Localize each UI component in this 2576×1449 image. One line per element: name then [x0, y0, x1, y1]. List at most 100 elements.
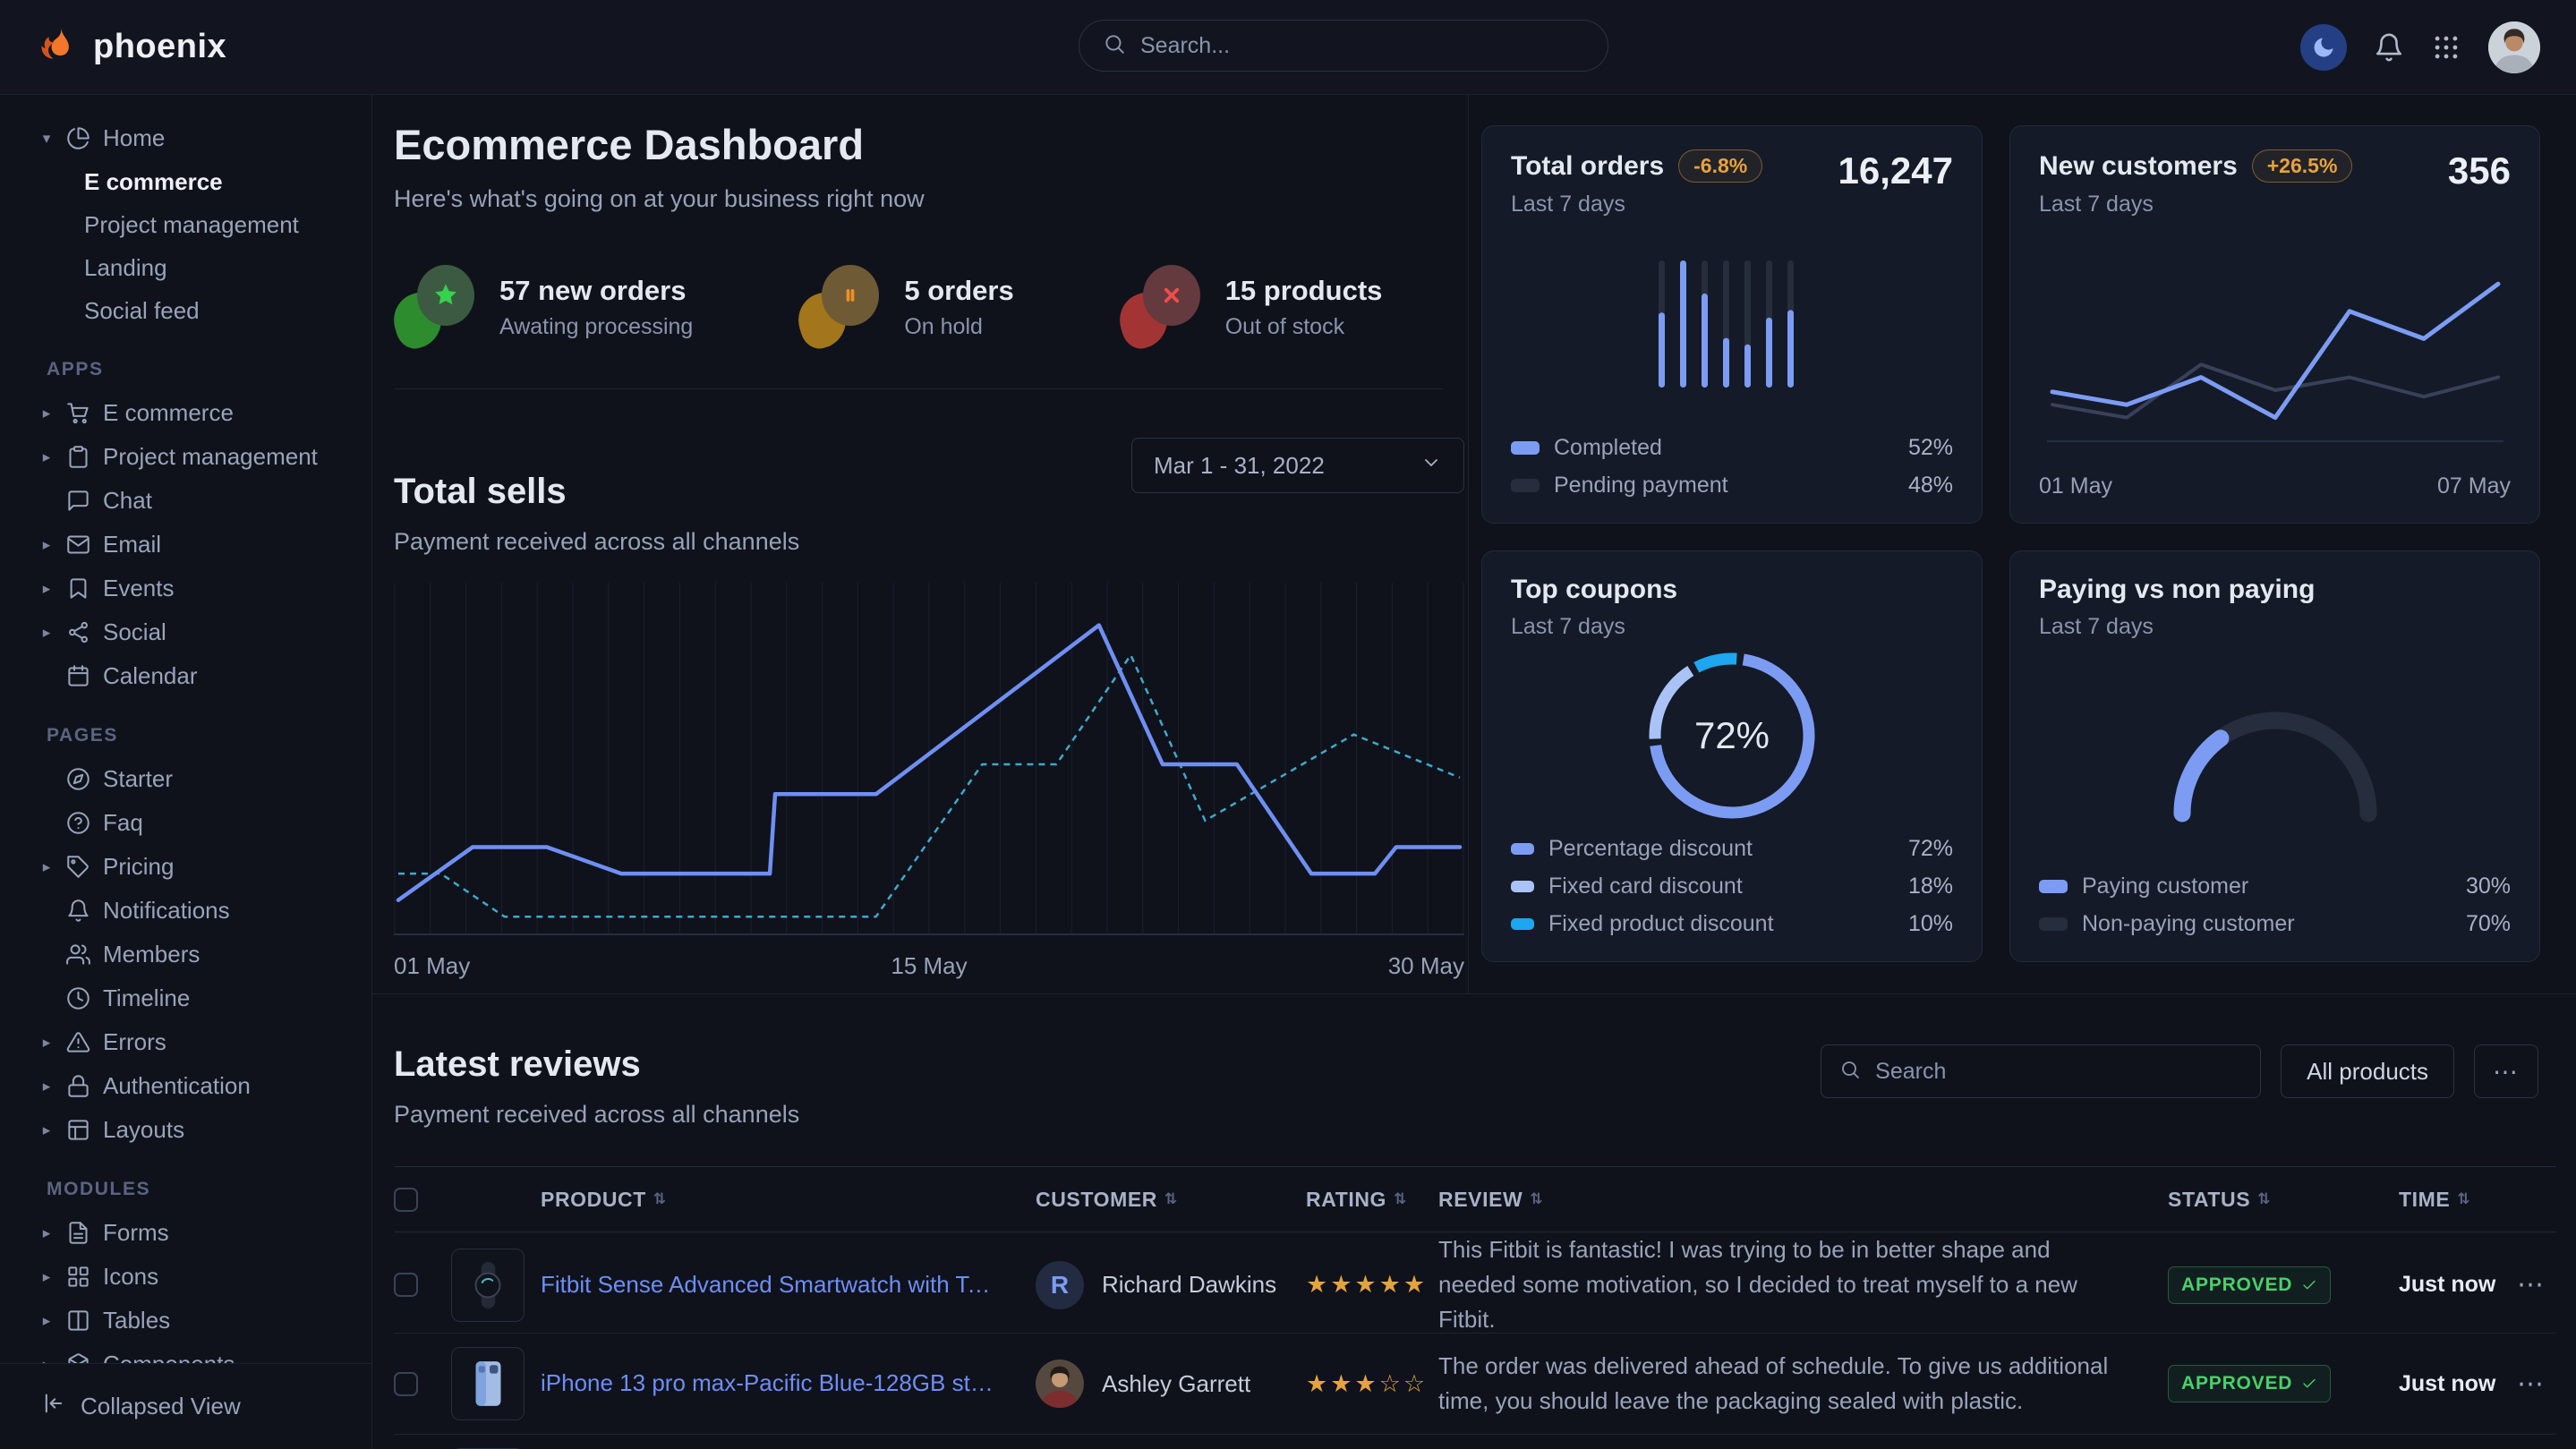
all-products-button[interactable]: All products	[2281, 1044, 2454, 1098]
sidebar-item-events[interactable]: ▸Events	[0, 567, 371, 610]
caret-right-icon: ▸	[39, 1268, 54, 1286]
product-link[interactable]: iPhone 13 pro max-Pacific Blue-128GB sto…	[541, 1368, 1036, 1399]
search-icon	[1839, 1059, 1861, 1085]
product-thumbnail[interactable]	[451, 1347, 525, 1420]
review-text: This Fitbit is fantastic! I was trying t…	[1438, 1232, 2168, 1337]
total-sells-subtitle: Payment received across all channels	[394, 528, 799, 556]
rating-stars: ★★★☆☆	[1306, 1370, 1438, 1398]
legend-value: 52%	[1908, 435, 1953, 461]
paying-vs-non-paying-card: Paying vs non paying Last 7 days Paying …	[2009, 550, 2540, 962]
apps-grid-icon[interactable]	[2431, 32, 2461, 63]
moon-icon	[2311, 35, 2336, 60]
review-text: The order was delivered ahead of schedul…	[1438, 1349, 2168, 1419]
brand[interactable]: phoenix	[38, 24, 226, 70]
reviews-search[interactable]	[1821, 1044, 2261, 1098]
notifications-bell-icon[interactable]	[2374, 32, 2404, 63]
sidebar-item-forms[interactable]: ▸Forms	[0, 1211, 371, 1255]
chevron-down-icon	[1420, 452, 1442, 480]
sidebar-item-social-feed[interactable]: Social feed	[0, 289, 371, 332]
sidebar-item-timeline[interactable]: Timeline	[0, 976, 371, 1020]
kpi-cards: Total orders -6.8% Last 7 days 16,247 Co…	[1481, 125, 2540, 962]
sort-icon[interactable]: ⇅	[1164, 1190, 1178, 1208]
product-link[interactable]: Fitbit Sense Advanced Smartwatch with To…	[541, 1269, 1036, 1300]
search-input[interactable]	[1139, 32, 1584, 60]
sidebar-item-layouts[interactable]: ▸Layouts	[0, 1108, 371, 1152]
select-all-checkbox[interactable]	[394, 1188, 418, 1212]
date-range-select[interactable]: Mar 1 - 31, 2022	[1131, 438, 1464, 493]
legend-value: 18%	[1908, 874, 1953, 899]
sidebar-item-e-commerce[interactable]: ▸E commerce	[0, 391, 371, 435]
sidebar-item-landing[interactable]: Landing	[0, 246, 371, 289]
sidebar-item-chat[interactable]: Chat	[0, 479, 371, 523]
sort-icon[interactable]: ⇅	[2457, 1190, 2470, 1208]
total-sells-x-labels: 01 May15 May30 May	[394, 952, 1464, 980]
avatar-image	[1036, 1360, 1084, 1408]
user-avatar[interactable]	[2488, 21, 2540, 73]
reviews-table: PRODUCT⇅CUSTOMER⇅RATING⇅REVIEW⇅STATUS⇅TI…	[394, 1166, 2556, 1449]
product-image-phone	[462, 1358, 514, 1410]
legend-value: 10%	[1908, 911, 1953, 937]
sidebar-item-members[interactable]: Members	[0, 933, 371, 976]
collapse-left-icon	[41, 1391, 66, 1416]
global-search[interactable]	[1079, 20, 1608, 72]
stat-sub: Awating processing	[499, 314, 693, 340]
row-checkbox[interactable]	[394, 1273, 418, 1297]
table-row: iPhone 13 pro max-Pacific Blue-128GB sto…	[394, 1334, 2556, 1435]
caret-right-icon: ▸	[39, 1034, 54, 1052]
sort-icon[interactable]: ⇅	[653, 1190, 667, 1208]
sort-icon[interactable]: ⇅	[1530, 1190, 1543, 1208]
more-options-button[interactable]: ⋯	[2474, 1044, 2538, 1098]
sidebar-group-home[interactable]: ▾Home	[0, 116, 371, 160]
reviews-subtitle: Payment received across all channels	[394, 1101, 799, 1129]
legend-row: Fixed product discount10%	[1511, 909, 1953, 938]
row-actions-button[interactable]: ⋯	[2504, 1368, 2556, 1400]
sidebar-item-email[interactable]: ▸Email	[0, 523, 371, 567]
total-sells-chart	[394, 579, 1464, 942]
sidebar-item-calendar[interactable]: Calendar	[0, 654, 371, 698]
dark-mode-toggle[interactable]	[2300, 24, 2347, 71]
tag-icon	[66, 855, 90, 879]
x-axis-label: 30 May	[1388, 952, 1464, 980]
sidebar-item-e-commerce[interactable]: E commerce	[0, 160, 371, 203]
legend-value: 30%	[2466, 874, 2511, 899]
chevron-down-icon	[1420, 452, 1442, 473]
sidebar-item-pricing[interactable]: ▸Pricing	[0, 845, 371, 889]
sidebar-item-project-management[interactable]: ▸Project management	[0, 435, 371, 479]
sort-icon[interactable]: ⇅	[1394, 1190, 1407, 1208]
sidebar-item-starter[interactable]: Starter	[0, 757, 371, 801]
sidebar-item-authentication[interactable]: ▸Authentication	[0, 1064, 371, 1108]
collapsed-view-toggle[interactable]: Collapsed View	[0, 1363, 371, 1449]
top-navbar: phoenix	[0, 0, 2576, 95]
row-checkbox[interactable]	[394, 1372, 418, 1396]
sidebar-item-social[interactable]: ▸Social	[0, 610, 371, 654]
customer-name: Ashley Garrett	[1102, 1370, 1250, 1398]
sidebar-item-icons[interactable]: ▸Icons	[0, 1255, 371, 1299]
legend-label: Fixed card discount	[1548, 874, 1743, 899]
sidebar-section-label: PAGES	[0, 725, 371, 746]
share-icon	[66, 620, 90, 644]
search-icon	[1103, 32, 1126, 55]
brand-name: phoenix	[93, 28, 226, 66]
x-badge-icon	[1120, 265, 1202, 349]
sidebar-nav: ▾HomeE commerceProject managementLanding…	[0, 116, 371, 1363]
caret-right-icon: ▸	[39, 1078, 54, 1095]
card-value: 356	[2448, 149, 2511, 192]
vertical-divider	[1468, 95, 1469, 993]
stats-row: 57 new ordersAwating processing5 ordersO…	[394, 265, 1464, 349]
sidebar: ▾HomeE commerceProject managementLanding…	[0, 95, 372, 1449]
table-row: Fitbit Sense Advanced Smartwatch with To…	[394, 1232, 2556, 1334]
product-thumbnail[interactable]	[451, 1249, 525, 1322]
legend-row: Percentage discount72%	[1511, 834, 1953, 863]
reviews-search-input[interactable]	[1873, 1058, 2242, 1086]
sort-icon[interactable]: ⇅	[2257, 1190, 2271, 1208]
legend-row: Non-paying customer70%	[2039, 909, 2511, 938]
sidebar-item-notifications[interactable]: Notifications	[0, 889, 371, 933]
sidebar-item-faq[interactable]: Faq	[0, 801, 371, 845]
sidebar-item-components[interactable]: ▸Components	[0, 1342, 371, 1363]
sidebar-section-label: MODULES	[0, 1179, 371, 1200]
sidebar-item-project-management[interactable]: Project management	[0, 203, 371, 246]
sidebar-item-errors[interactable]: ▸Errors	[0, 1020, 371, 1064]
clock-icon	[66, 986, 90, 1010]
row-actions-button[interactable]: ⋯	[2504, 1269, 2556, 1300]
sidebar-item-tables[interactable]: ▸Tables	[0, 1299, 371, 1342]
